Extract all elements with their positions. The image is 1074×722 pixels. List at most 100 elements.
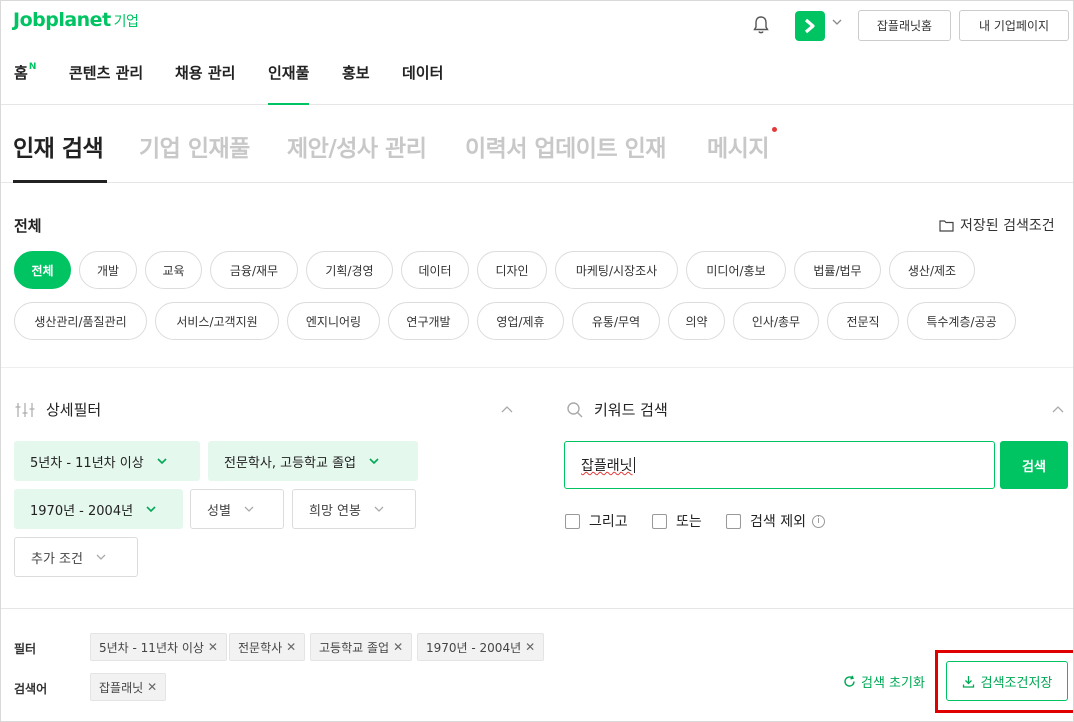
option-or[interactable]: 또는: [652, 511, 702, 531]
education-value: 전문학사, 고등학교 졸업: [224, 455, 356, 471]
close-icon[interactable]: ✕: [525, 640, 535, 654]
chip-hr[interactable]: 인사/총무: [733, 302, 819, 340]
education-filter[interactable]: 전문학사, 고등학교 졸업: [208, 441, 418, 481]
tab-offer-management[interactable]: 제안/성사 관리: [287, 129, 427, 163]
tag-label: 잡플래닛: [99, 680, 144, 695]
reset-search-button[interactable]: 검색 초기화: [843, 672, 925, 691]
checkbox[interactable]: [565, 513, 580, 529]
my-company-page-button[interactable]: 내 기업페이지: [959, 10, 1069, 41]
experience-filter[interactable]: 5년차 - 11년차 이상: [14, 441, 200, 481]
nav-item-data[interactable]: 데이터: [402, 62, 443, 83]
chip-planning[interactable]: 기획/경영: [306, 251, 393, 289]
keyword-input[interactable]: 잡플래닛: [564, 441, 995, 489]
chevron-down-icon: [369, 458, 379, 465]
chip-service[interactable]: 서비스/고객지원: [155, 302, 279, 340]
salary-filter[interactable]: 희망 연봉: [292, 489, 416, 529]
gender-label: 성별: [207, 503, 231, 519]
detail-filter-title: 상세필터: [46, 401, 102, 419]
brand-suffix: 기업: [113, 14, 139, 30]
keyword-search-header[interactable]: 키워드 검색: [566, 399, 668, 420]
close-icon[interactable]: ✕: [208, 640, 218, 654]
chevron-down-icon: [157, 458, 167, 465]
chip-design[interactable]: 디자인: [477, 251, 547, 289]
chevron-up-icon[interactable]: [500, 403, 514, 417]
close-icon[interactable]: ✕: [286, 640, 296, 654]
keyword-label: 검색어: [14, 682, 48, 696]
chip-education[interactable]: 교육: [145, 251, 202, 289]
info-icon[interactable]: i: [811, 514, 825, 528]
brand-logo[interactable]: Jobplanet 기업: [13, 9, 139, 31]
chip-finance[interactable]: 금융/재무: [210, 251, 298, 289]
download-icon: [962, 675, 974, 688]
chip-media[interactable]: 미디어/홍보: [686, 251, 786, 289]
tab-resume-updated[interactable]: 이력서 업데이트 인재: [465, 129, 666, 163]
chevron-up-icon[interactable]: [1051, 403, 1065, 417]
gender-filter[interactable]: 성별: [190, 489, 284, 529]
tab-company-talent-pool[interactable]: 기업 인재풀: [139, 129, 250, 163]
nav-item-promotion[interactable]: 홍보: [342, 62, 370, 83]
jobplanet-home-button[interactable]: 잡플래닛홈: [858, 10, 951, 41]
birth-year-filter[interactable]: 1970년 - 2004년: [14, 489, 183, 529]
chevron-down-icon: [146, 506, 156, 513]
sub-tabs: 인재 검색 기업 인재풀 제안/성사 관리 이력서 업데이트 인재 메시지: [1, 105, 1073, 183]
extra-condition-filter[interactable]: 추가 조건: [14, 537, 138, 577]
checkbox[interactable]: [726, 513, 741, 529]
filter-label: 필터: [14, 642, 37, 656]
nav-item-home[interactable]: 홈N: [14, 62, 36, 83]
top-header: Jobplanet 기업 잡플래닛홈 내 기업페이지: [1, 1, 1073, 47]
close-icon[interactable]: ✕: [393, 640, 403, 654]
option-label: 검색 제외: [750, 514, 806, 530]
category-title: 전체: [14, 217, 42, 235]
chevron-down-icon[interactable]: [830, 15, 844, 29]
nav-item-recruit[interactable]: 채용 관리: [175, 62, 235, 83]
chip-sales[interactable]: 영업/제휴: [477, 302, 564, 340]
filter-tag[interactable]: 5년차 - 11년차 이상 ✕: [90, 633, 227, 661]
close-icon[interactable]: ✕: [147, 680, 157, 694]
sliders-icon: [15, 402, 35, 417]
tab-message[interactable]: 메시지: [707, 129, 769, 163]
tab-talent-search[interactable]: 인재 검색: [13, 129, 104, 163]
chip-law[interactable]: 법률/법무: [794, 251, 881, 289]
keyword-tag[interactable]: 잡플래닛 ✕: [90, 673, 167, 701]
keyword-search-title: 키워드 검색: [594, 401, 668, 419]
filter-tag[interactable]: 전문학사 ✕: [229, 633, 306, 661]
filter-tag[interactable]: 고등학교 졸업 ✕: [310, 633, 413, 661]
filter-tag[interactable]: 1970년 - 2004년 ✕: [417, 633, 545, 661]
chip-distribution[interactable]: 유통/무역: [572, 302, 660, 340]
refresh-icon: [844, 675, 855, 687]
chip-manufacturing[interactable]: 생산/제조: [889, 251, 975, 289]
chip-engineering[interactable]: 엔지니어링: [287, 302, 380, 340]
bell-icon[interactable]: [752, 15, 770, 35]
nav-item-talent-pool[interactable]: 인재풀: [268, 62, 310, 105]
new-badge: N: [28, 62, 37, 72]
chip-data[interactable]: 데이터: [401, 251, 469, 289]
brand-name: Jobplanet: [13, 9, 111, 31]
option-and[interactable]: 그리고: [565, 511, 628, 531]
tag-label: 1970년 - 2004년: [426, 640, 522, 655]
chip-professional[interactable]: 전문직: [827, 302, 899, 340]
chip-quality[interactable]: 생산관리/품질관리: [14, 302, 147, 340]
search-button[interactable]: 검색: [1000, 441, 1068, 489]
chip-dev[interactable]: 개발: [79, 251, 137, 289]
save-search-label: 검색조건저장: [980, 675, 1053, 691]
chip-medicine[interactable]: 의약: [668, 302, 725, 340]
chip-marketing[interactable]: 마케팅/시장조사: [555, 251, 678, 289]
section-divider: [1, 367, 1073, 368]
tag-label: 5년차 - 11년차 이상: [99, 640, 204, 655]
save-search-button[interactable]: 검색조건저장: [946, 661, 1068, 701]
chip-public[interactable]: 특수계층/공공: [907, 302, 1016, 340]
active-tab-indicator: [13, 180, 107, 183]
saved-search-label: 저장된 검색조건: [960, 218, 1055, 234]
keyword-input-value: 잡플래닛: [581, 458, 633, 474]
nav-item-label: 홈: [14, 64, 28, 82]
detail-filter-header[interactable]: 상세필터: [14, 399, 101, 420]
chip-all[interactable]: 전체: [14, 251, 71, 289]
checkbox[interactable]: [652, 513, 667, 529]
saved-search-link[interactable]: 저장된 검색조건: [939, 215, 1055, 235]
chip-rnd[interactable]: 연구개발: [388, 302, 469, 340]
option-exclude[interactable]: 검색 제외 i: [726, 511, 825, 531]
applied-filters-bar: [1, 608, 1073, 721]
company-avatar[interactable]: [795, 11, 825, 41]
nav-item-content[interactable]: 콘텐츠 관리: [69, 62, 143, 83]
chevron-down-icon: [374, 506, 384, 512]
